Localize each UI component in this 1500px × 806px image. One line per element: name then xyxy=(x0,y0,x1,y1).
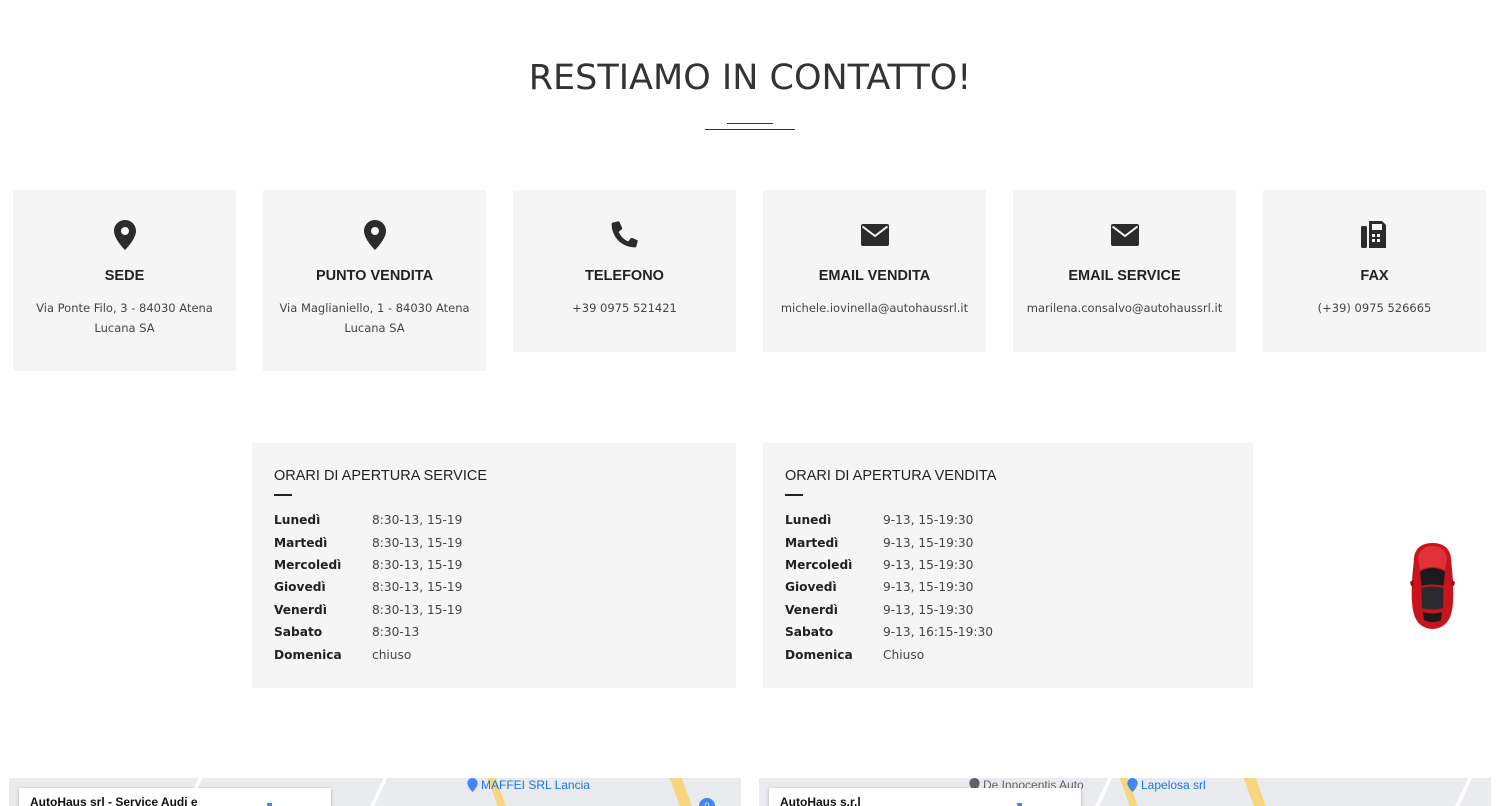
contact-title: EMAIL SERVICE xyxy=(1068,268,1181,284)
map-vendita[interactable]: De Innocentis Auto Lapelosa srl AutoHaus… xyxy=(759,778,1491,806)
hours-row: Martedì 8:30-13, 15-19 xyxy=(274,535,463,550)
hours-vendita-box: ORARI DI APERTURA VENDITA Lunedì 9-13, 15… xyxy=(763,443,1253,688)
contact-card-sede: SEDE Via Ponte Filo, 3 - 84030 Atena Luc… xyxy=(13,190,236,371)
map-badge: 0 xyxy=(699,798,715,806)
envelope-icon xyxy=(1013,220,1236,250)
directions-icon[interactable] xyxy=(1009,800,1023,806)
hours-row: Mercoledì 8:30-13, 15-19 xyxy=(274,557,463,572)
map-pin-icon xyxy=(1127,778,1138,792)
map-service[interactable]: MAFFEI SRL Lancia 0 AutoHaus srl - Servi… xyxy=(9,778,741,806)
hours-separator xyxy=(785,494,803,496)
map-place-label[interactable]: Lapelosa srl xyxy=(1127,778,1206,792)
hours-row: Mercoledì 9-13, 15-19:30 xyxy=(785,557,974,572)
hours-title: ORARI DI APERTURA SERVICE xyxy=(274,468,487,484)
contact-card-email-vendita: EMAIL VENDITA michele.iovinella@autohaus… xyxy=(763,190,986,352)
title-separator xyxy=(705,123,795,131)
directions-icon[interactable] xyxy=(259,800,273,806)
map-marker-icon xyxy=(263,220,486,250)
phone-icon xyxy=(513,220,736,250)
hours-row: Giovedì 8:30-13, 15-19 xyxy=(274,580,463,595)
contact-title: TELEFONO xyxy=(585,268,664,284)
red-car-icon[interactable] xyxy=(1409,542,1456,630)
contact-value[interactable]: marilena.consalvo@autohaussrl.it xyxy=(1025,298,1224,318)
map-info-title: AutoHaus s.r.l xyxy=(780,795,861,806)
contact-title: PUNTO VENDITA xyxy=(315,268,434,284)
contact-value: Via Maglianiello, 1 - 84030 Atena Lucana… xyxy=(279,301,470,335)
hours-row: Domenica chiuso xyxy=(274,647,412,662)
map-info-title: AutoHaus srl - Service Audi e xyxy=(30,795,198,806)
contact-title: EMAIL VENDITA xyxy=(818,268,931,284)
map-place-label[interactable]: MAFFEI SRL Lancia xyxy=(467,778,590,792)
contact-card-fax: FAX (+39) 0975 526665 xyxy=(1263,190,1486,352)
hours-row: Giovedì 9-13, 15-19:30 xyxy=(785,580,974,595)
hours-row: Sabato 8:30-13 xyxy=(274,625,420,640)
contact-title: SEDE xyxy=(104,268,145,284)
hours-separator xyxy=(274,494,292,496)
contact-card-email-service: EMAIL SERVICE marilena.consalvo@autohaus… xyxy=(1013,190,1236,352)
map-pin-icon xyxy=(467,778,478,792)
contact-card-telefono: TELEFONO +39 0975 521421 xyxy=(513,190,736,352)
page-title: RESTIAMO IN CONTATTO! xyxy=(528,58,972,98)
envelope-icon xyxy=(763,220,986,250)
contact-value: Via Ponte Filo, 3 - 84030 Atena Lucana S… xyxy=(36,301,213,335)
contact-value[interactable]: +39 0975 521421 xyxy=(525,298,724,318)
map-marker-icon xyxy=(13,220,236,250)
hours-row: Venerdì 8:30-13, 15-19 xyxy=(274,602,463,617)
hours-service-box: ORARI DI APERTURA SERVICE Lunedì 8:30-13,… xyxy=(252,443,736,688)
map-info-card[interactable]: AutoHaus s.r.l xyxy=(769,788,1081,806)
hours-row: Lunedì 8:30-13, 15-19 xyxy=(274,513,463,528)
contact-value: (+39) 0975 526665 xyxy=(1317,301,1432,315)
contact-value[interactable]: michele.iovinella@autohaussrl.it xyxy=(775,298,974,318)
hours-row: Domenica Chiuso xyxy=(785,647,925,662)
hours-row: Venerdì 9-13, 15-19:30 xyxy=(785,602,974,617)
contact-card-punto-vendita: PUNTO VENDITA Via Maglianiello, 1 - 8403… xyxy=(263,190,486,371)
hours-row: Sabato 9-13, 16:15-19:30 xyxy=(785,625,994,640)
fax-icon xyxy=(1263,220,1486,250)
hours-title: ORARI DI APERTURA VENDITA xyxy=(785,468,997,484)
map-info-card[interactable]: AutoHaus srl - Service Audi e xyxy=(19,788,331,806)
contact-title: FAX xyxy=(1360,268,1389,284)
hours-row: Lunedì 9-13, 15-19:30 xyxy=(785,513,974,528)
hours-row: Martedì 9-13, 15-19:30 xyxy=(785,535,974,550)
